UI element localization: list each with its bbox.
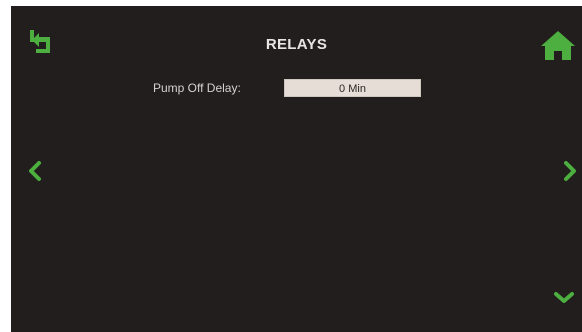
pump-off-delay-field[interactable]: 0 Min xyxy=(284,79,421,97)
scroll-down-button[interactable] xyxy=(549,288,579,308)
home-button[interactable] xyxy=(538,28,578,62)
next-page-button[interactable] xyxy=(560,158,580,184)
chevron-left-icon xyxy=(29,161,41,181)
previous-page-button[interactable] xyxy=(25,158,45,184)
pump-off-delay-label: Pump Off Delay: xyxy=(153,81,241,95)
back-arrow-icon xyxy=(30,30,50,53)
chevron-right-icon xyxy=(564,161,576,181)
relays-screen: RELAYS Pump Off Delay: 0 Min xyxy=(11,6,582,332)
chevron-down-icon xyxy=(554,292,574,303)
home-icon xyxy=(541,31,575,60)
page-title: RELAYS xyxy=(265,36,328,53)
back-button[interactable] xyxy=(28,28,58,58)
